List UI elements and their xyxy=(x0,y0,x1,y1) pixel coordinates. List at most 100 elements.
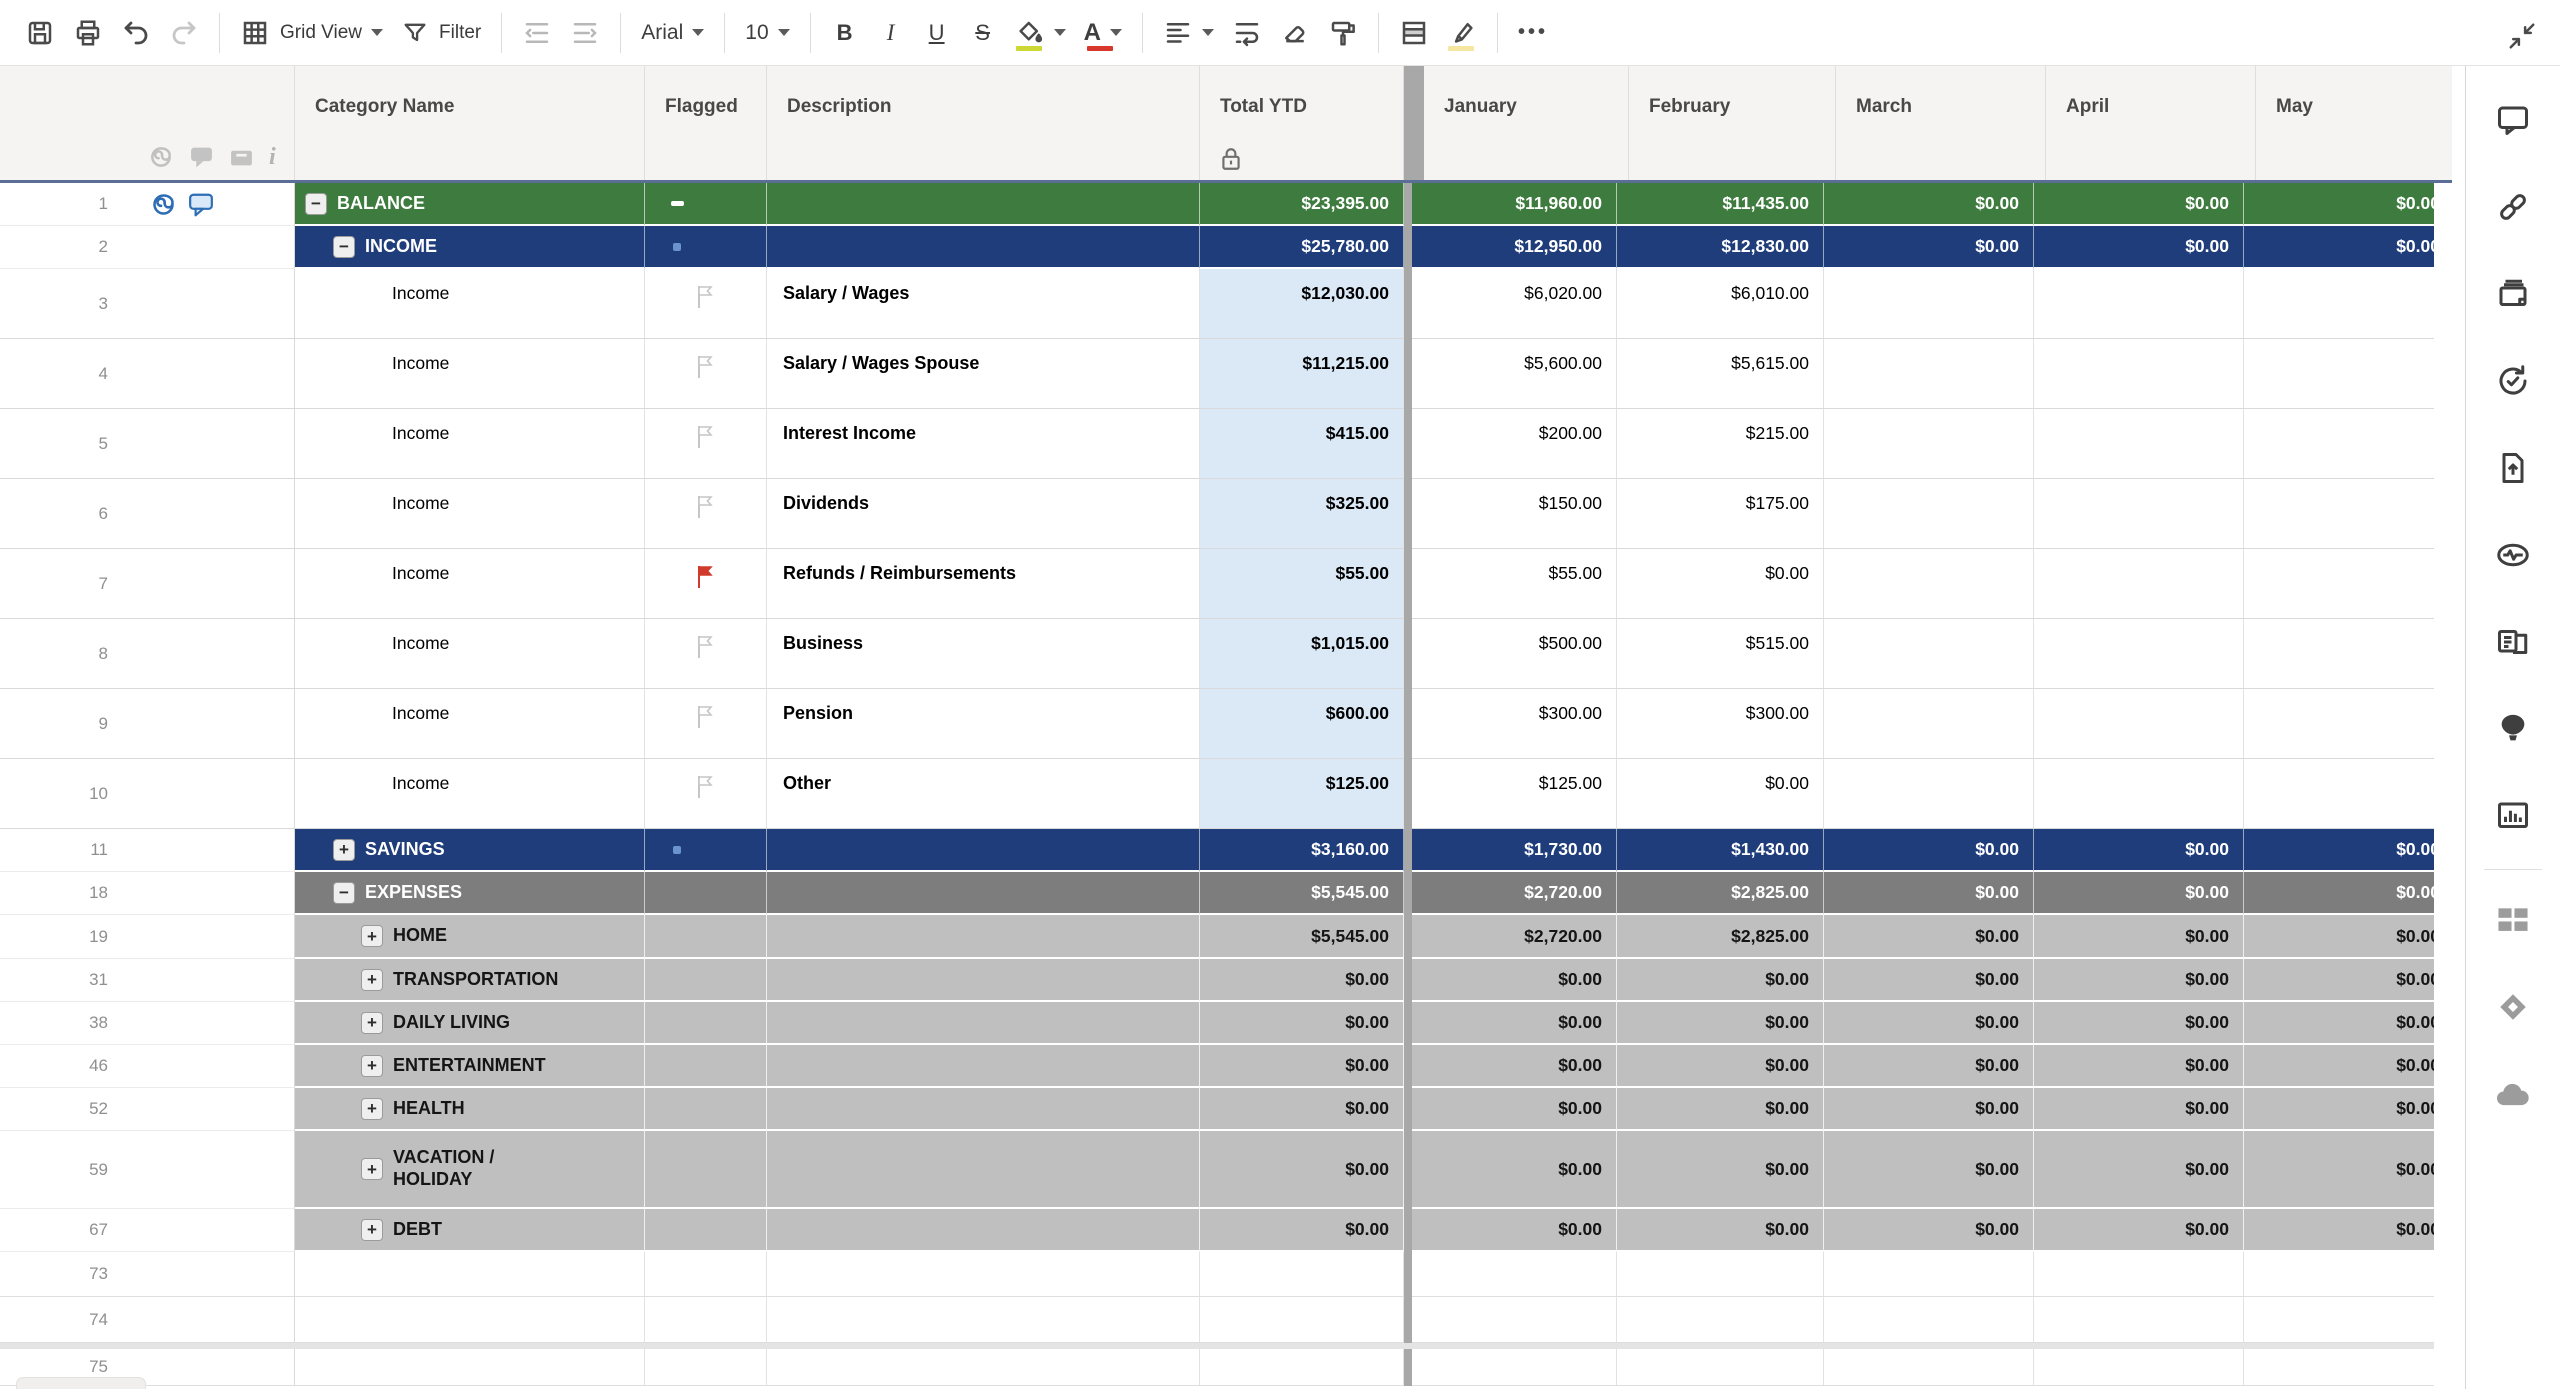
description-cell[interactable] xyxy=(767,1131,1200,1209)
month-cell-january[interactable]: $1,730.00 xyxy=(1412,829,1617,872)
total-ytd-cell[interactable]: $325.00 xyxy=(1200,479,1404,549)
collapse-toggle[interactable]: − xyxy=(333,881,355,904)
column-header-total-ytd[interactable]: Total YTD xyxy=(1200,66,1404,180)
flagged-cell[interactable] xyxy=(645,479,767,549)
month-cell-january[interactable]: $0.00 xyxy=(1412,1131,1617,1209)
month-cell-may[interactable]: $0.00 xyxy=(2244,226,2434,269)
month-cell-april[interactable]: $0.00 xyxy=(2034,915,2244,959)
flagged-cell[interactable] xyxy=(645,1349,767,1386)
month-cell-january[interactable]: $0.00 xyxy=(1412,1002,1617,1045)
month-cell-march[interactable] xyxy=(1824,1252,2034,1297)
month-cell-may[interactable] xyxy=(2244,479,2434,549)
month-cell-april[interactable] xyxy=(2034,269,2244,339)
row-number-cell[interactable]: 18 xyxy=(0,872,295,915)
month-cell-april[interactable]: $0.00 xyxy=(2034,183,2244,226)
description-cell[interactable] xyxy=(767,959,1200,1002)
expand-toggle[interactable]: + xyxy=(361,1011,383,1034)
row-number-cell[interactable]: 6 xyxy=(0,479,295,549)
font-size-select[interactable]: 10 xyxy=(736,9,798,57)
cell-format-button[interactable] xyxy=(1390,9,1438,57)
category-cell[interactable]: + HOME xyxy=(295,915,645,959)
format-painter-button[interactable] xyxy=(1319,9,1367,57)
row-number-cell[interactable]: 46 xyxy=(0,1045,295,1088)
strikethrough-button[interactable]: S xyxy=(960,9,1006,57)
month-cell-march[interactable] xyxy=(1824,409,2034,479)
month-cell-may[interactable]: $0.00 xyxy=(2244,1209,2434,1252)
connections-button[interactable] xyxy=(2493,709,2533,749)
month-cell-february[interactable]: $0.00 xyxy=(1617,1045,1824,1088)
total-ytd-cell[interactable]: $0.00 xyxy=(1200,1131,1404,1209)
flagged-cell[interactable] xyxy=(645,759,767,829)
month-cell-february[interactable]: $6,010.00 xyxy=(1617,269,1824,339)
month-cell-march[interactable]: $0.00 xyxy=(1824,959,2034,1002)
category-cell[interactable] xyxy=(295,1297,645,1343)
month-cell-january[interactable]: $0.00 xyxy=(1412,1088,1617,1131)
month-cell-january[interactable]: $55.00 xyxy=(1412,549,1617,619)
row-number-cell[interactable]: 74 xyxy=(0,1297,295,1343)
month-cell-january[interactable] xyxy=(1412,1349,1617,1386)
month-cell-january[interactable] xyxy=(1412,1297,1617,1343)
flagged-cell[interactable] xyxy=(645,1209,767,1252)
bold-button[interactable]: B xyxy=(822,9,868,57)
month-cell-may[interactable]: $0.00 xyxy=(2244,1131,2434,1209)
month-cell-april[interactable]: $0.00 xyxy=(2034,872,2244,915)
month-cell-february[interactable]: $11,435.00 xyxy=(1617,183,1824,226)
category-cell[interactable]: Income xyxy=(295,269,645,339)
row-number-cell[interactable]: 5 xyxy=(0,409,295,479)
month-cell-may[interactable] xyxy=(2244,339,2434,409)
cloud-services-button[interactable] xyxy=(2493,1074,2533,1114)
update-requests-button[interactable] xyxy=(2493,361,2533,401)
description-cell[interactable] xyxy=(767,1297,1200,1343)
category-cell[interactable]: + SAVINGS xyxy=(295,829,645,872)
expand-toggle[interactable]: + xyxy=(361,1097,383,1120)
month-cell-march[interactable] xyxy=(1824,269,2034,339)
flagged-cell[interactable] xyxy=(645,915,767,959)
expand-toggle[interactable]: + xyxy=(361,925,383,947)
row-number-header[interactable]: i xyxy=(0,66,295,180)
month-cell-march[interactable]: $0.00 xyxy=(1824,183,2034,226)
description-cell[interactable] xyxy=(767,1209,1200,1252)
horizontal-scrollbar[interactable] xyxy=(16,1377,146,1389)
expand-toggle[interactable]: + xyxy=(361,968,383,991)
month-cell-may[interactable]: $0.00 xyxy=(2244,959,2434,1002)
expand-toggle[interactable]: + xyxy=(361,1218,383,1241)
description-cell[interactable]: Interest Income xyxy=(767,409,1200,479)
view-selector[interactable]: Grid View xyxy=(231,9,392,57)
italic-button[interactable]: I xyxy=(868,9,914,57)
column-header-may[interactable]: May xyxy=(2256,66,2465,180)
month-cell-february[interactable]: $175.00 xyxy=(1617,479,1824,549)
category-cell[interactable]: + ENTERTAINMENT xyxy=(295,1045,645,1088)
description-cell[interactable] xyxy=(767,1252,1200,1297)
description-cell[interactable] xyxy=(767,872,1200,915)
total-ytd-cell[interactable] xyxy=(1200,1252,1404,1297)
flagged-cell[interactable] xyxy=(645,959,767,1002)
category-cell[interactable]: + DAILY LIVING xyxy=(295,1002,645,1045)
month-cell-february[interactable] xyxy=(1617,1349,1824,1386)
flagged-cell[interactable] xyxy=(645,829,767,872)
flagged-cell[interactable] xyxy=(645,1002,767,1045)
redo-button[interactable] xyxy=(160,9,208,57)
proofs-button[interactable] xyxy=(2493,274,2533,314)
column-header-flagged[interactable]: Flagged xyxy=(645,66,767,180)
comment-icon[interactable] xyxy=(188,192,214,217)
column-header-april[interactable]: April xyxy=(2046,66,2256,180)
description-cell[interactable] xyxy=(767,829,1200,872)
category-cell[interactable]: Income xyxy=(295,689,645,759)
category-cell[interactable]: Income xyxy=(295,339,645,409)
month-cell-april[interactable] xyxy=(2034,549,2244,619)
month-cell-march[interactable] xyxy=(1824,1349,2034,1386)
description-cell[interactable]: Salary / Wages xyxy=(767,269,1200,339)
month-cell-may[interactable] xyxy=(2244,409,2434,479)
category-cell[interactable]: Income xyxy=(295,619,645,689)
month-cell-february[interactable]: $0.00 xyxy=(1617,959,1824,1002)
month-cell-april[interactable]: $0.00 xyxy=(2034,1131,2244,1209)
month-cell-january[interactable]: $300.00 xyxy=(1412,689,1617,759)
undo-button[interactable] xyxy=(112,9,160,57)
flagged-cell[interactable] xyxy=(645,1045,767,1088)
category-cell[interactable]: + DEBT xyxy=(295,1209,645,1252)
row-number-cell[interactable]: 7 xyxy=(0,549,295,619)
row-number-cell[interactable]: 9 xyxy=(0,689,295,759)
expand-toggle[interactable]: + xyxy=(333,838,355,861)
month-cell-april[interactable]: $0.00 xyxy=(2034,829,2244,872)
month-cell-march[interactable]: $0.00 xyxy=(1824,1045,2034,1088)
